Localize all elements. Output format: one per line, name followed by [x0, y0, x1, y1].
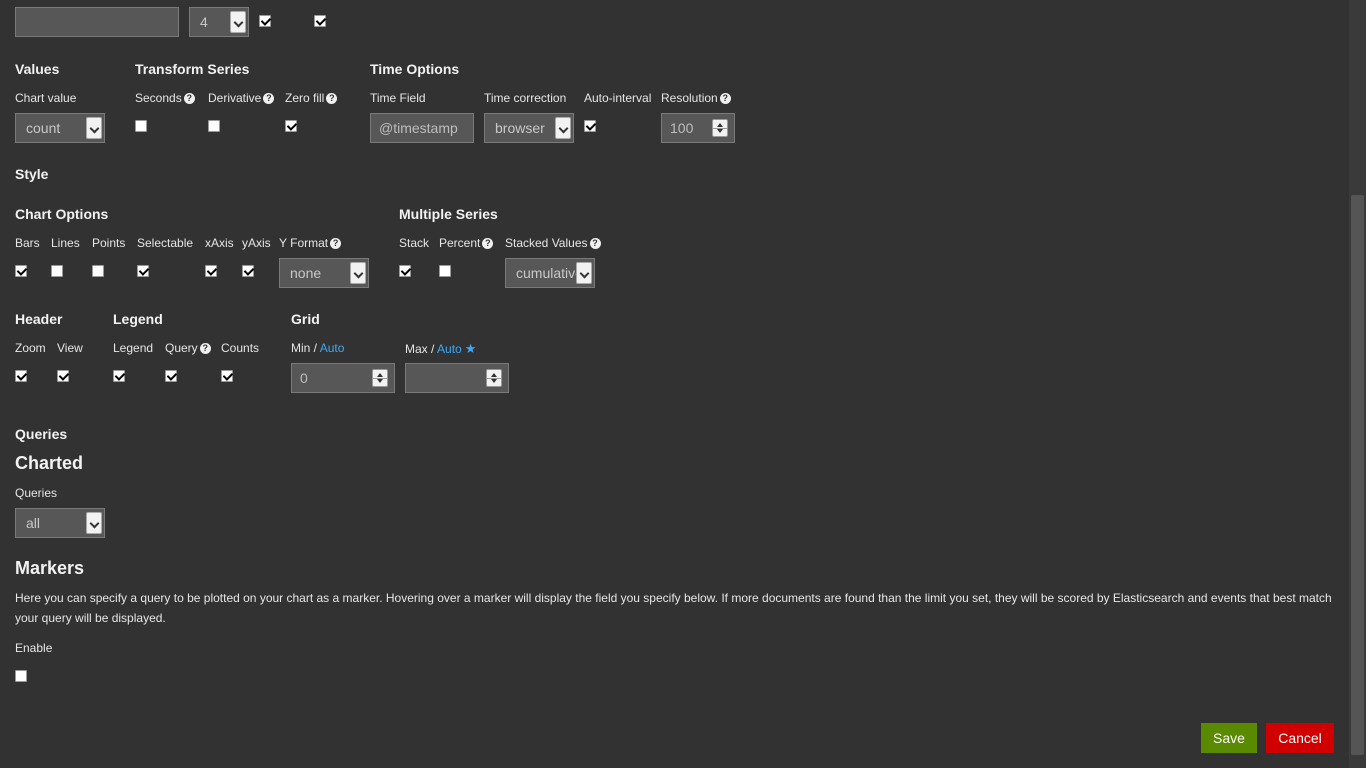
view-checkbox[interactable] — [57, 370, 69, 382]
values-heading: Values — [15, 61, 60, 77]
chart-options-heading: Chart Options — [15, 206, 109, 222]
help-icon[interactable]: ? — [199, 343, 211, 354]
seconds-checkbox[interactable] — [135, 120, 147, 132]
resolution-input[interactable]: 100 — [661, 113, 735, 143]
counts-checkbox[interactable] — [221, 370, 233, 382]
grid-min-input[interactable]: 0 — [291, 363, 395, 393]
chart-value-label: Chart value — [15, 91, 77, 105]
help-icon[interactable]: ? — [330, 238, 342, 249]
star-icon: ★ — [464, 341, 477, 356]
help-icon[interactable]: ? — [183, 93, 195, 104]
grid-min-label: Min / Auto — [291, 341, 345, 355]
counts-label: Counts — [221, 341, 260, 355]
zoom-label: Zoom — [15, 341, 46, 355]
time-correction-select[interactable]: browser — [484, 113, 574, 143]
grid-max-input[interactable] — [405, 363, 509, 393]
time-options-heading: Time Options — [370, 61, 460, 77]
scrollbar[interactable] — [1349, 0, 1366, 768]
top-select[interactable]: 4 — [189, 7, 249, 37]
enable-checkbox[interactable] — [15, 670, 27, 682]
yaxis-label: yAxis — [242, 236, 271, 250]
help-icon[interactable]: ? — [589, 238, 601, 249]
bars-label: Bars — [15, 236, 40, 250]
queries-select[interactable]: all — [15, 508, 105, 538]
chevron-down-icon — [350, 262, 366, 284]
derivative-checkbox[interactable] — [208, 120, 220, 132]
stack-label: Stack — [399, 236, 430, 250]
query-checkbox[interactable] — [165, 370, 177, 382]
chart-value-select[interactable]: count — [15, 113, 105, 143]
percent-checkbox[interactable] — [439, 265, 451, 277]
grid-min-auto-link[interactable]: Auto — [320, 341, 345, 355]
markers-heading: Markers — [15, 558, 85, 578]
chevron-down-icon — [86, 512, 102, 534]
help-icon[interactable]: ? — [482, 238, 494, 249]
cancel-button[interactable]: Cancel — [1266, 723, 1334, 753]
header-heading: Header — [15, 311, 63, 327]
chevron-down-icon — [230, 11, 246, 33]
auto-interval-label: Auto-interval — [584, 91, 652, 105]
legend-checkbox[interactable] — [113, 370, 125, 382]
chevron-down-icon — [576, 262, 592, 284]
selectable-checkbox[interactable] — [137, 265, 149, 277]
auto-interval-checkbox[interactable] — [584, 120, 596, 132]
spinner-icon[interactable] — [712, 119, 728, 137]
points-label: Points — [92, 236, 126, 250]
save-button[interactable]: Save — [1201, 723, 1257, 753]
seconds-label: Seconds? — [135, 91, 195, 105]
charted-heading: Charted — [15, 453, 84, 473]
help-icon[interactable]: ? — [719, 93, 731, 104]
top-text-input[interactable] — [15, 7, 179, 37]
points-checkbox[interactable] — [92, 265, 104, 277]
top-checkbox-1[interactable] — [259, 15, 271, 27]
y-format-label: Y Format? — [279, 236, 342, 250]
lines-label: Lines — [51, 236, 80, 250]
stacked-values-select[interactable]: cumulative — [505, 258, 595, 288]
stack-checkbox[interactable] — [399, 265, 411, 277]
enable-label: Enable — [15, 641, 53, 655]
queries-heading: Queries — [15, 426, 68, 442]
bars-checkbox[interactable] — [15, 265, 27, 277]
zoom-checkbox[interactable] — [15, 370, 27, 382]
stacked-values-label: Stacked Values? — [505, 236, 601, 250]
selectable-label: Selectable — [137, 236, 194, 250]
style-heading: Style — [15, 166, 49, 182]
grid-max-auto-link[interactable]: Auto — [437, 342, 462, 356]
legend-heading: Legend — [113, 311, 163, 327]
help-icon[interactable]: ? — [263, 93, 275, 104]
time-correction-label: Time correction — [484, 91, 567, 105]
percent-label: Percent? — [439, 236, 494, 250]
time-field-input[interactable]: @timestamp — [370, 113, 474, 143]
yaxis-checkbox[interactable] — [242, 265, 254, 277]
help-icon[interactable]: ? — [326, 93, 338, 104]
time-field-label: Time Field — [370, 91, 426, 105]
legend-label: Legend — [113, 341, 154, 355]
zero-fill-checkbox[interactable] — [285, 120, 297, 132]
lines-checkbox[interactable] — [51, 265, 63, 277]
grid-max-label: Max / Auto ★ — [405, 341, 477, 356]
spinner-icon[interactable] — [372, 369, 388, 387]
view-label: View — [57, 341, 83, 355]
grid-heading: Grid — [291, 311, 320, 327]
multiple-series-heading: Multiple Series — [399, 206, 498, 222]
markers-description: Here you can specify a query to be plott… — [15, 591, 1332, 625]
spinner-icon[interactable] — [486, 369, 502, 387]
chevron-down-icon — [86, 117, 102, 139]
chevron-down-icon — [555, 117, 571, 139]
derivative-label: Derivative? — [208, 91, 275, 105]
xaxis-checkbox[interactable] — [205, 265, 217, 277]
scrollbar-thumb[interactable] — [1351, 195, 1364, 755]
zero-fill-label: Zero fill? — [285, 91, 338, 105]
top-checkbox-2[interactable] — [314, 15, 326, 27]
xaxis-label: xAxis — [205, 236, 234, 250]
query-label: Query? — [165, 341, 211, 355]
transform-series-heading: Transform Series — [135, 61, 250, 77]
queries-label: Queries — [15, 486, 58, 500]
y-format-select[interactable]: none — [279, 258, 369, 288]
resolution-label: Resolution? — [661, 91, 731, 105]
